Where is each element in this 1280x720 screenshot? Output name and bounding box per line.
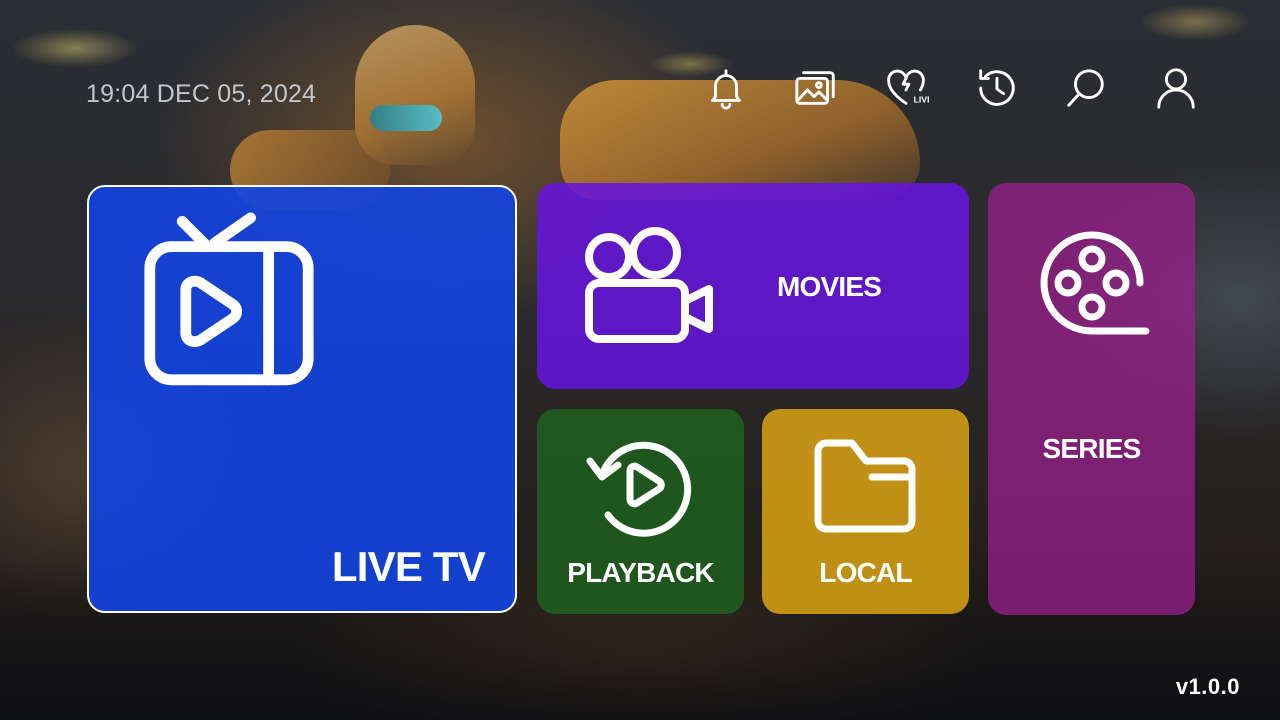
version-label: v1.0.0 — [1175, 674, 1240, 699]
tv-play-icon — [144, 212, 314, 386]
movies-label: MOVIES — [777, 271, 882, 302]
replay-icon — [586, 441, 692, 537]
heart-live-icon: LIVE — [887, 69, 929, 105]
background-robot-head — [355, 25, 475, 165]
search-button[interactable] — [1060, 62, 1112, 114]
series-tile[interactable]: SERIES — [988, 183, 1195, 615]
images-icon — [795, 71, 835, 105]
movie-camera-icon — [585, 227, 713, 343]
top-navigation: LIVE — [700, 62, 1202, 114]
playback-label: PLAYBACK — [567, 557, 714, 588]
local-label: LOCAL — [819, 557, 912, 588]
home-screen: 19:04 DEC 05, 2024 LIVE — [0, 0, 1280, 720]
local-tile[interactable]: LOCAL — [762, 409, 969, 614]
live-tv-tile[interactable]: LIVE TV — [87, 185, 517, 613]
movies-tile[interactable]: MOVIES — [537, 183, 969, 389]
history-icon — [979, 69, 1015, 106]
user-icon — [1157, 68, 1195, 109]
live-tv-label: LIVE TV — [331, 543, 486, 590]
history-button[interactable] — [970, 62, 1022, 114]
profile-button[interactable] — [1150, 62, 1202, 114]
favorites-live-button[interactable]: LIVE — [880, 62, 932, 114]
bell-icon — [711, 69, 741, 110]
background-robot-visor — [370, 105, 442, 131]
folder-icon — [814, 439, 916, 533]
series-label: SERIES — [1042, 433, 1142, 464]
live-badge-text: LIVE — [914, 94, 929, 104]
gallery-button[interactable] — [790, 62, 842, 114]
search-icon — [1067, 69, 1104, 107]
notifications-button[interactable] — [700, 62, 752, 114]
datetime-display: 19:04 DEC 05, 2024 — [86, 80, 317, 108]
film-reel-icon — [1040, 231, 1150, 335]
playback-tile[interactable]: PLAYBACK — [537, 409, 744, 614]
